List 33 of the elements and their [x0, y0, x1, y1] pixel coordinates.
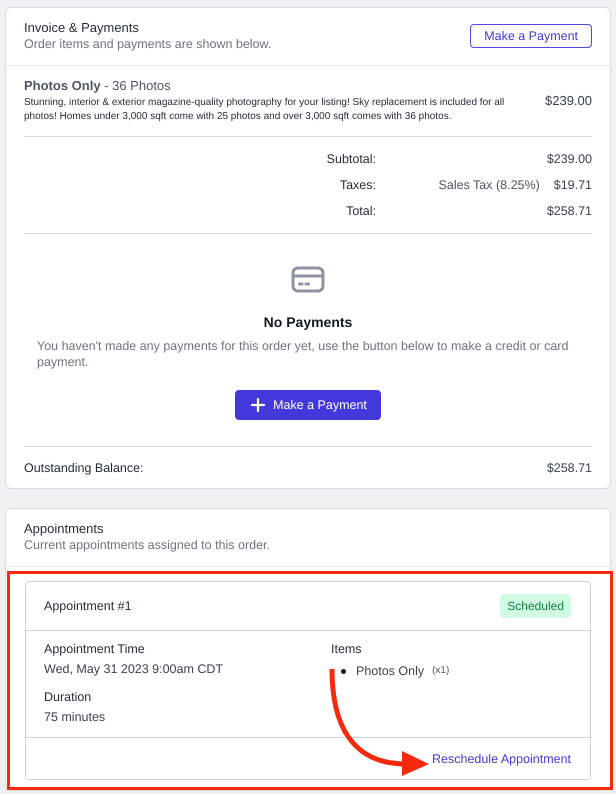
item-price: $239.00 — [545, 92, 592, 110]
empty-state-title: No Payments — [264, 313, 352, 331]
total-value: $258.71 — [546, 203, 592, 219]
appointment-title: Appointment #1 — [44, 598, 132, 614]
make-payment-button[interactable]: Make a Payment — [470, 24, 592, 48]
total-label: Total: — [345, 203, 376, 219]
make-payment-button[interactable]: Make a Payment — [235, 390, 381, 420]
tax-detail: Sales Tax (8.25%) — [438, 177, 540, 193]
empty-state-message: You haven't made any payments for this order yet, use the button below to make a credit or card payment. — [36, 338, 570, 370]
status-badge: Scheduled — [500, 594, 571, 618]
total-value: $19.71 — [554, 177, 592, 193]
item-quantity: (x1) — [432, 664, 450, 678]
section-title: Invoice & Payments — [24, 20, 140, 36]
balance-value: $258.71 — [546, 460, 592, 476]
field-label: Items — [331, 641, 363, 657]
section-subtitle: Current appointments assigned to this order. — [24, 537, 270, 553]
plus-icon — [251, 398, 266, 412]
total-label: Taxes: — [338, 177, 376, 193]
bullet-icon — [341, 668, 346, 674]
section-title: Appointments — [24, 521, 104, 537]
balance-label: Outstanding Balance: — [24, 460, 144, 476]
item-title: Photos Only - 36 Photos — [24, 78, 172, 94]
reschedule-link[interactable]: Reschedule Appointment — [432, 751, 571, 767]
total-label: Subtotal: — [326, 151, 376, 167]
total-value: $239.00 — [546, 151, 592, 167]
field-value: 75 minutes — [44, 709, 106, 725]
field-label: Duration — [44, 689, 92, 705]
item-name: Photos Only — [356, 663, 424, 679]
credit-card-icon — [291, 266, 325, 293]
section-subtitle: Order items and payments are shown below. — [24, 36, 272, 52]
field-label: Appointment Time — [44, 641, 146, 657]
field-value: Wed, May 31 2023 9:00am CDT — [44, 661, 224, 677]
item-description: Stunning, interior & exterior magazine-quality photography for your listing! Sky replacement is included for all photos! Homes under 3,000 sqft come with 25 photos and over 3,000 sqft comes with 36 photos. — [24, 96, 506, 124]
